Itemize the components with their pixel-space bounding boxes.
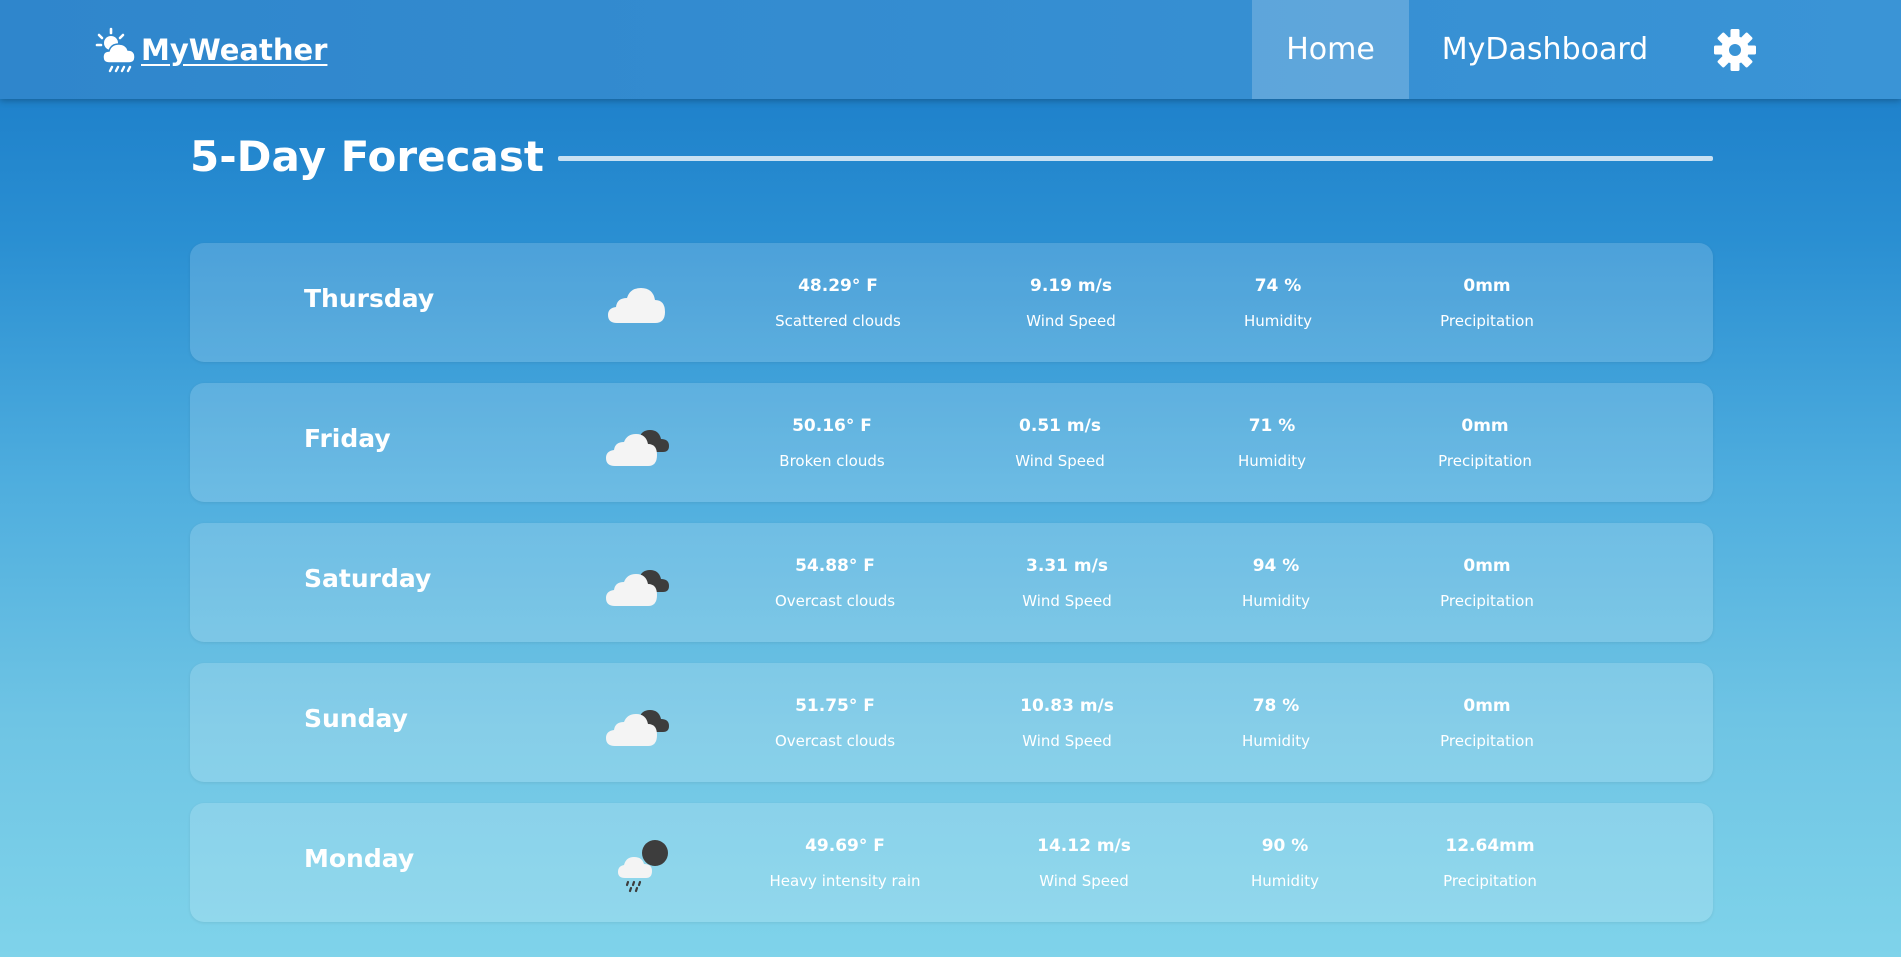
wind-speed-value: 0.51 m/s — [1019, 416, 1101, 436]
temperature-value: 51.75° F — [795, 696, 875, 716]
forecast-card-saturday: Saturday 54.88° F Overcast clouds 3.31 m… — [190, 523, 1713, 642]
precipitation-label: Precipitation — [1440, 592, 1534, 610]
gear-icon[interactable] — [1713, 28, 1757, 72]
temperature-stat: 54.88° F Overcast clouds — [740, 556, 930, 611]
precipitation-stat: 0mm Precipitation — [1392, 276, 1582, 331]
wind-stat: 3.31 m/s Wind Speed — [972, 556, 1162, 611]
wind-speed-label: Wind Speed — [1022, 732, 1112, 750]
humidity-stat: 78 % Humidity — [1181, 696, 1371, 751]
temperature-stat: 48.29° F Scattered clouds — [743, 276, 933, 331]
wind-stat: 10.83 m/s Wind Speed — [972, 696, 1162, 751]
forecast-card-thursday: Thursday 48.29° F Scattered clouds 9.19 … — [190, 243, 1713, 362]
brand-name: MyWeather — [141, 33, 328, 67]
humidity-value: 94 % — [1252, 556, 1300, 576]
precipitation-stat: 0mm Precipitation — [1392, 556, 1582, 611]
precipitation-stat: 0mm Precipitation — [1392, 696, 1582, 751]
precipitation-value: 0mm — [1463, 556, 1511, 576]
precipitation-value: 12.64mm — [1445, 836, 1535, 856]
broken-clouds-icon — [606, 430, 669, 466]
forecast-header: 5-Day Forecast — [190, 130, 1713, 190]
humidity-stat: 94 % Humidity — [1181, 556, 1371, 611]
day-name: Sunday — [304, 704, 408, 733]
precipitation-stat: 12.64mm Precipitation — [1395, 836, 1585, 891]
wind-speed-label: Wind Speed — [1022, 592, 1112, 610]
rain-cloud-icon — [618, 840, 668, 893]
weather-description: Overcast clouds — [774, 732, 896, 750]
forecast-card-friday: Friday 50.16° F Broken clouds 0.51 m/s W… — [190, 383, 1713, 502]
precipitation-value: 0mm — [1463, 696, 1511, 716]
temperature-value: 54.88° F — [795, 556, 875, 576]
humidity-label: Humidity — [1241, 592, 1310, 610]
wind-stat: 14.12 m/s Wind Speed — [989, 836, 1179, 891]
day-name: Thursday — [304, 284, 435, 313]
humidity-value: 74 % — [1254, 276, 1302, 296]
wind-speed-label: Wind Speed — [1015, 452, 1105, 470]
precipitation-label: Precipitation — [1440, 312, 1534, 330]
forecast-card-sunday: Sunday 51.75° F Overcast clouds 10.83 m/… — [190, 663, 1713, 782]
temperature-value: 49.69° F — [805, 836, 885, 856]
precipitation-label: Precipitation — [1438, 452, 1532, 470]
humidity-label: Humidity — [1237, 452, 1306, 470]
precipitation-value: 0mm — [1461, 416, 1509, 436]
wind-stat: 0.51 m/s Wind Speed — [965, 416, 1155, 471]
wind-stat: 9.19 m/s Wind Speed — [976, 276, 1166, 331]
temperature-stat: 51.75° F Overcast clouds — [740, 696, 930, 751]
wind-speed-label: Wind Speed — [1039, 872, 1129, 890]
nav-mydashboard-link[interactable]: MyDashboard — [1420, 0, 1670, 99]
precipitation-value: 0mm — [1463, 276, 1511, 296]
wind-speed-value: 9.19 m/s — [1030, 276, 1112, 296]
humidity-value: 71 % — [1248, 416, 1296, 436]
weather-description: Scattered clouds — [775, 312, 901, 330]
temperature-stat: 49.69° F Heavy intensity rain — [750, 836, 940, 891]
humidity-label: Humidity — [1241, 732, 1310, 750]
day-name: Monday — [304, 844, 415, 873]
precipitation-stat: 0mm Precipitation — [1390, 416, 1580, 471]
wind-speed-label: Wind Speed — [1026, 312, 1116, 330]
day-name: Friday — [304, 424, 391, 453]
nav-home-link[interactable]: Home — [1252, 0, 1409, 99]
humidity-value: 90 % — [1261, 836, 1309, 856]
precipitation-label: Precipitation — [1443, 872, 1537, 890]
day-name: Saturday — [304, 564, 432, 593]
humidity-stat: 74 % Humidity — [1183, 276, 1373, 331]
top-navbar: MyWeather Home MyDashboard — [0, 0, 1901, 99]
sun-cloud-rain-icon — [95, 27, 136, 73]
brand-logo-link[interactable]: MyWeather — [95, 27, 327, 73]
humidity-value: 78 % — [1252, 696, 1300, 716]
wind-speed-value: 14.12 m/s — [1037, 836, 1131, 856]
temperature-value: 48.29° F — [798, 276, 878, 296]
title-divider — [558, 156, 1713, 161]
overcast-clouds-icon — [606, 710, 669, 746]
humidity-stat: 90 % Humidity — [1190, 836, 1380, 891]
humidity-label: Humidity — [1243, 312, 1312, 330]
wind-speed-value: 3.31 m/s — [1026, 556, 1108, 576]
temperature-stat: 50.16° F Broken clouds — [737, 416, 927, 471]
wind-speed-value: 10.83 m/s — [1020, 696, 1114, 716]
forecast-card-monday: Monday 49.69° F Heavy intensity rain 14.… — [190, 803, 1713, 922]
scattered-clouds-icon — [608, 288, 665, 323]
humidity-label: Humidity — [1250, 872, 1319, 890]
weather-description: Heavy intensity rain — [769, 872, 921, 890]
humidity-stat: 71 % Humidity — [1177, 416, 1367, 471]
overcast-clouds-icon — [606, 570, 669, 606]
temperature-value: 50.16° F — [792, 416, 872, 436]
weather-description: Overcast clouds — [774, 592, 896, 610]
precipitation-label: Precipitation — [1440, 732, 1534, 750]
page-title: 5-Day Forecast — [190, 132, 544, 181]
weather-description: Broken clouds — [779, 452, 885, 470]
